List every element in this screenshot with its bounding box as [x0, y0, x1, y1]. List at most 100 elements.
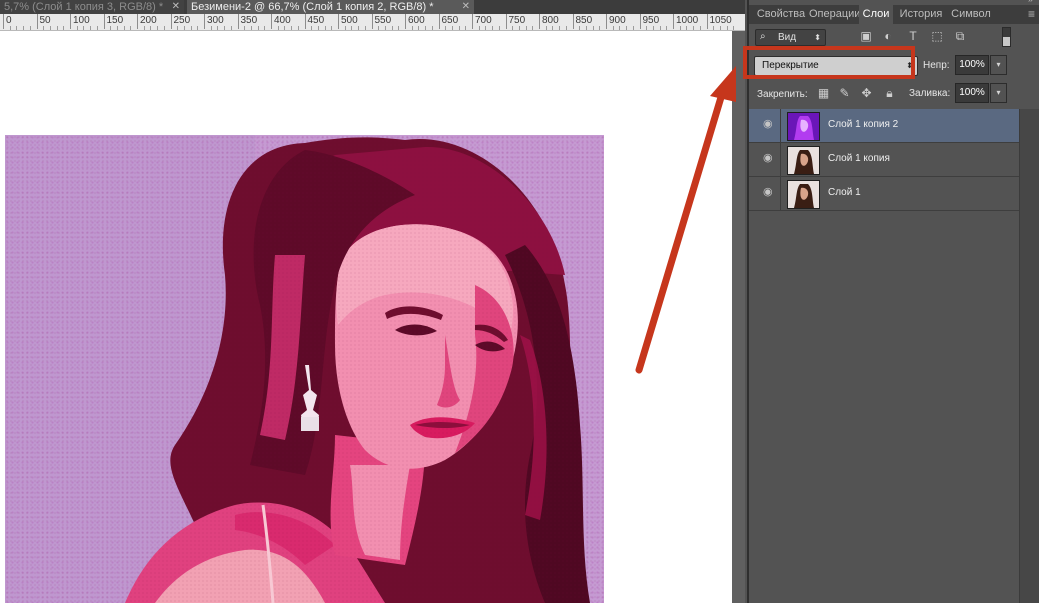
ruler-tick-label: 150 [106, 15, 124, 26]
tab-properties[interactable]: Свойства [755, 5, 807, 24]
horizontal-ruler[interactable]: 0 50 100 150 200 250 300 350 400 450 500 550 600 650 7… [0, 14, 745, 31]
ruler-minor-tick [230, 26, 232, 30]
ruler-major-tick [505, 14, 507, 29]
ruler-minor-tick [485, 26, 487, 30]
smart-object-filter-icon[interactable]: ⧉ [953, 29, 967, 43]
ruler-minor-tick [458, 26, 460, 30]
ruler-minor-tick [49, 26, 51, 30]
pop-art-portrait-image [5, 135, 604, 603]
eye-icon[interactable]: ◉ [763, 187, 775, 198]
tab-character[interactable]: Символ [947, 5, 995, 24]
lock-move-icon[interactable]: ✥ [860, 87, 873, 100]
ruler-minor-tick [257, 26, 259, 30]
ruler-major-tick [3, 14, 4, 29]
layer-name[interactable]: Слой 1 копия 2 [828, 119, 898, 130]
ruler-minor-tick [652, 26, 654, 30]
ruler-minor-tick [585, 26, 587, 30]
ruler-minor-tick [699, 26, 701, 30]
eye-icon[interactable]: ◉ [763, 153, 775, 164]
fill-dropdown-button[interactable]: ▾ [990, 83, 1007, 103]
fill-input[interactable]: 100% [955, 83, 989, 103]
ruler-tick-label: 450 [307, 15, 325, 26]
ruler-major-tick [539, 14, 540, 29]
ruler-minor-tick [512, 26, 514, 30]
collapse-panels-icon[interactable]: » [1028, 0, 1033, 4]
document-tab-bar: 5,7% (Слой 1 копия 3, RGB/8) * ✕ Безимен… [0, 0, 745, 14]
ruler-minor-tick [277, 26, 279, 30]
type-filter-icon[interactable]: T [906, 29, 920, 43]
filter-toggle-switch[interactable] [1002, 27, 1011, 47]
tab-actions[interactable]: Операции [809, 5, 860, 24]
layer-name[interactable]: Слой 1 [828, 187, 861, 198]
layer-thumbnail [787, 146, 820, 175]
ruler-minor-tick [733, 26, 735, 30]
ruler-minor-tick [76, 26, 78, 30]
ruler-tick-label: 50 [39, 15, 51, 26]
ruler-minor-tick [552, 26, 554, 30]
ruler-minor-tick [358, 26, 360, 30]
ruler-minor-tick [291, 26, 293, 30]
ruler-minor-tick [63, 26, 65, 30]
lock-paint-icon[interactable]: ✎ [838, 87, 851, 100]
ruler-minor-tick [425, 26, 427, 30]
ruler-minor-tick [331, 26, 333, 30]
ruler-minor-tick [418, 26, 420, 30]
image-filter-icon[interactable]: ▣ [859, 29, 873, 43]
layer-divider [780, 177, 781, 210]
layer-name[interactable]: Слой 1 копия [828, 153, 890, 164]
tab-history[interactable]: История [897, 5, 945, 24]
ruler-major-tick [103, 14, 105, 29]
ruler-minor-tick [56, 26, 58, 30]
lock-transparent-icon[interactable]: ▦ [817, 87, 830, 100]
layer-row[interactable]: ◉ Слой 1 копия [749, 143, 1019, 177]
ruler-minor-tick [559, 26, 561, 30]
layer-row[interactable]: ◉ Слой 1 копия 2 [749, 109, 1019, 143]
layers-panel: » Свойства Операции Слои История Символ … [743, 0, 1039, 603]
ruler-minor-tick [217, 26, 219, 30]
tab-layers[interactable]: Слои [859, 5, 893, 24]
opacity-input[interactable]: 100% [955, 55, 989, 75]
panel-menu-icon[interactable]: ≡ [1028, 7, 1035, 21]
layer-row[interactable]: ◉ Слой 1 [749, 177, 1019, 211]
ruler-minor-tick [244, 26, 246, 30]
document-tab-2-label: Безимени-2 @ 66,7% (Слой 1 копия 2, RGB/… [191, 1, 434, 13]
ruler-major-tick [271, 14, 272, 29]
ruler-tick-label: 800 [542, 15, 559, 26]
opacity-label: Непр: [923, 60, 950, 71]
close-icon[interactable]: ✕ [462, 0, 470, 14]
adjustment-filter-icon[interactable]: ◐ [881, 29, 895, 43]
blend-mode-highlight-box [743, 46, 915, 79]
ruler-minor-tick [43, 26, 45, 30]
eye-icon[interactable]: ◉ [763, 119, 775, 130]
canvas-scroll-edge [732, 31, 745, 603]
ruler-minor-tick [565, 26, 567, 30]
ruler-minor-tick [190, 26, 192, 30]
document-tab-1[interactable]: 5,7% (Слой 1 копия 3, RGB/8) * ✕ [0, 0, 184, 14]
ruler-minor-tick [130, 26, 132, 30]
ruler-minor-tick [679, 26, 681, 30]
ruler-major-tick [237, 14, 239, 29]
ruler-tick-label: 950 [642, 15, 660, 26]
ruler-tick-label: 850 [575, 15, 593, 26]
ruler-major-tick [639, 14, 641, 29]
ruler-major-tick [405, 14, 406, 29]
fill-label: Заливка: [909, 88, 951, 99]
document-tab-2[interactable]: Безимени-2 @ 66,7% (Слой 1 копия 2, RGB/… [187, 0, 474, 14]
lock-all-icon[interactable]: 🔒︎ [883, 87, 896, 100]
layer-filter-select[interactable]: ⌕ Вид ⬍ [755, 29, 826, 46]
ruler-minor-tick [411, 26, 413, 30]
ruler-minor-tick [632, 26, 634, 30]
ruler-major-tick [673, 14, 674, 29]
panel-scrollbar[interactable] [1019, 109, 1039, 603]
shape-filter-icon[interactable]: ⬚ [930, 29, 944, 43]
ruler-minor-tick [659, 26, 661, 30]
document-tab-1-label: 5,7% (Слой 1 копия 3, RGB/8) * [4, 1, 164, 13]
ruler-minor-tick [284, 26, 286, 30]
ruler-minor-tick [317, 26, 319, 30]
opacity-dropdown-button[interactable]: ▾ [990, 55, 1007, 75]
layer-thumbnail [787, 112, 820, 141]
ruler-minor-tick [726, 26, 728, 30]
ruler-minor-tick [116, 26, 118, 30]
document-canvas[interactable] [0, 31, 732, 603]
close-icon[interactable]: ✕ [172, 0, 180, 14]
